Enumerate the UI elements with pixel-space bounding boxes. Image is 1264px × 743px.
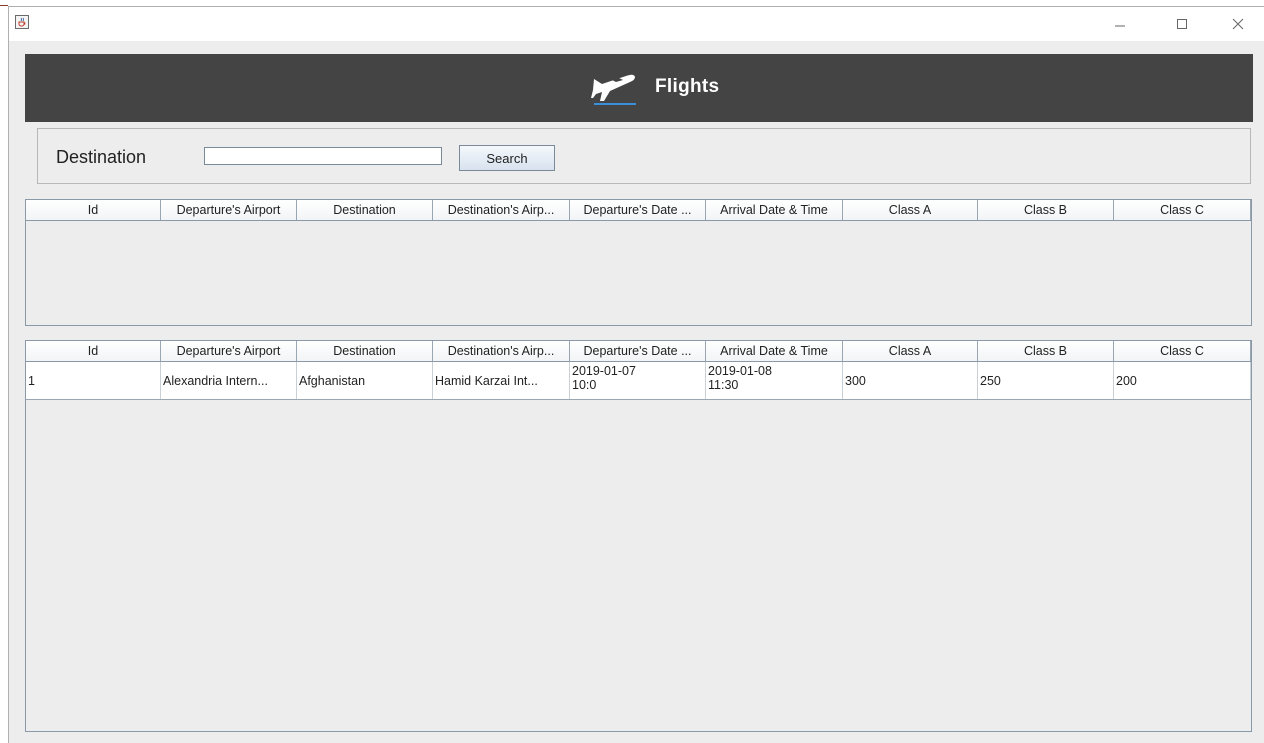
window-border-accent (0, 5, 8, 6)
arrival-date-text: 2019-01-08 (708, 364, 772, 378)
column-header-class-b[interactable]: Class B (978, 341, 1114, 361)
search-panel: Destination Search (37, 128, 1251, 184)
column-header-destination-airport[interactable]: Destination's Airp... (433, 200, 570, 220)
cell-destination-airport[interactable]: Hamid Karzai Int... (433, 362, 570, 399)
search-results-table[interactable]: Id Departure's Airport Destination Desti… (25, 199, 1252, 326)
close-button[interactable] (1223, 13, 1253, 35)
column-header-arrival-date[interactable]: Arrival Date & Time (706, 341, 843, 361)
table-header: Id Departure's Airport Destination Desti… (26, 200, 1251, 221)
destination-input[interactable] (204, 147, 442, 165)
cell-departure-airport[interactable]: Alexandria Intern... (161, 362, 297, 399)
minimize-button[interactable] (1105, 13, 1135, 35)
column-header-class-c[interactable]: Class C (1114, 341, 1251, 361)
minimize-icon (1115, 25, 1125, 27)
cell-class-b[interactable]: 250 (978, 362, 1114, 399)
column-header-class-c[interactable]: Class C (1114, 200, 1251, 220)
table-header: Id Departure's Airport Destination Desti… (26, 341, 1251, 362)
cell-id[interactable]: 1 (26, 362, 161, 399)
close-icon (1232, 18, 1244, 30)
arrival-time-text: 11:30 (708, 378, 739, 392)
java-cup-icon (15, 15, 29, 29)
flights-table[interactable]: Id Departure's Airport Destination Desti… (25, 340, 1252, 732)
search-button[interactable]: Search (459, 145, 555, 171)
destination-label: Destination (56, 147, 147, 167)
table-row[interactable]: 1 Alexandria Intern... Afghanistan Hamid… (26, 362, 1251, 400)
column-header-destination-airport[interactable]: Destination's Airp... (433, 341, 570, 361)
column-header-departure-airport[interactable]: Departure's Airport (161, 200, 297, 220)
column-header-arrival-date[interactable]: Arrival Date & Time (706, 200, 843, 220)
page-header: Flights (25, 54, 1253, 122)
title-bar[interactable] (9, 7, 1264, 41)
departure-time-text: 10:0 (572, 378, 597, 392)
column-header-class-a[interactable]: Class A (843, 200, 978, 220)
airplane-icon (590, 70, 640, 106)
column-header-id[interactable]: Id (26, 341, 161, 361)
column-header-departure-date[interactable]: Departure's Date ... (570, 341, 706, 361)
cell-destination[interactable]: Afghanistan (297, 362, 433, 399)
column-header-destination[interactable]: Destination (297, 200, 433, 220)
maximize-button[interactable] (1167, 13, 1197, 35)
column-header-departure-date[interactable]: Departure's Date ... (570, 200, 706, 220)
column-header-departure-airport[interactable]: Departure's Airport (161, 341, 297, 361)
cell-arrival-datetime[interactable]: 2019-01-08 11:30 (706, 362, 843, 399)
flights-window: Flights Destination Search Id Departure'… (8, 6, 1264, 743)
maximize-icon (1177, 19, 1187, 29)
cell-class-a[interactable]: 300 (843, 362, 978, 399)
column-header-destination[interactable]: Destination (297, 341, 433, 361)
column-header-id[interactable]: Id (26, 200, 161, 220)
column-header-class-b[interactable]: Class B (978, 200, 1114, 220)
cell-departure-datetime[interactable]: 2019-01-07 10:0 (570, 362, 706, 399)
column-header-class-a[interactable]: Class A (843, 341, 978, 361)
departure-date-text: 2019-01-07 (572, 364, 636, 378)
page-title: Flights (655, 76, 720, 97)
cell-class-c[interactable]: 200 (1114, 362, 1251, 399)
